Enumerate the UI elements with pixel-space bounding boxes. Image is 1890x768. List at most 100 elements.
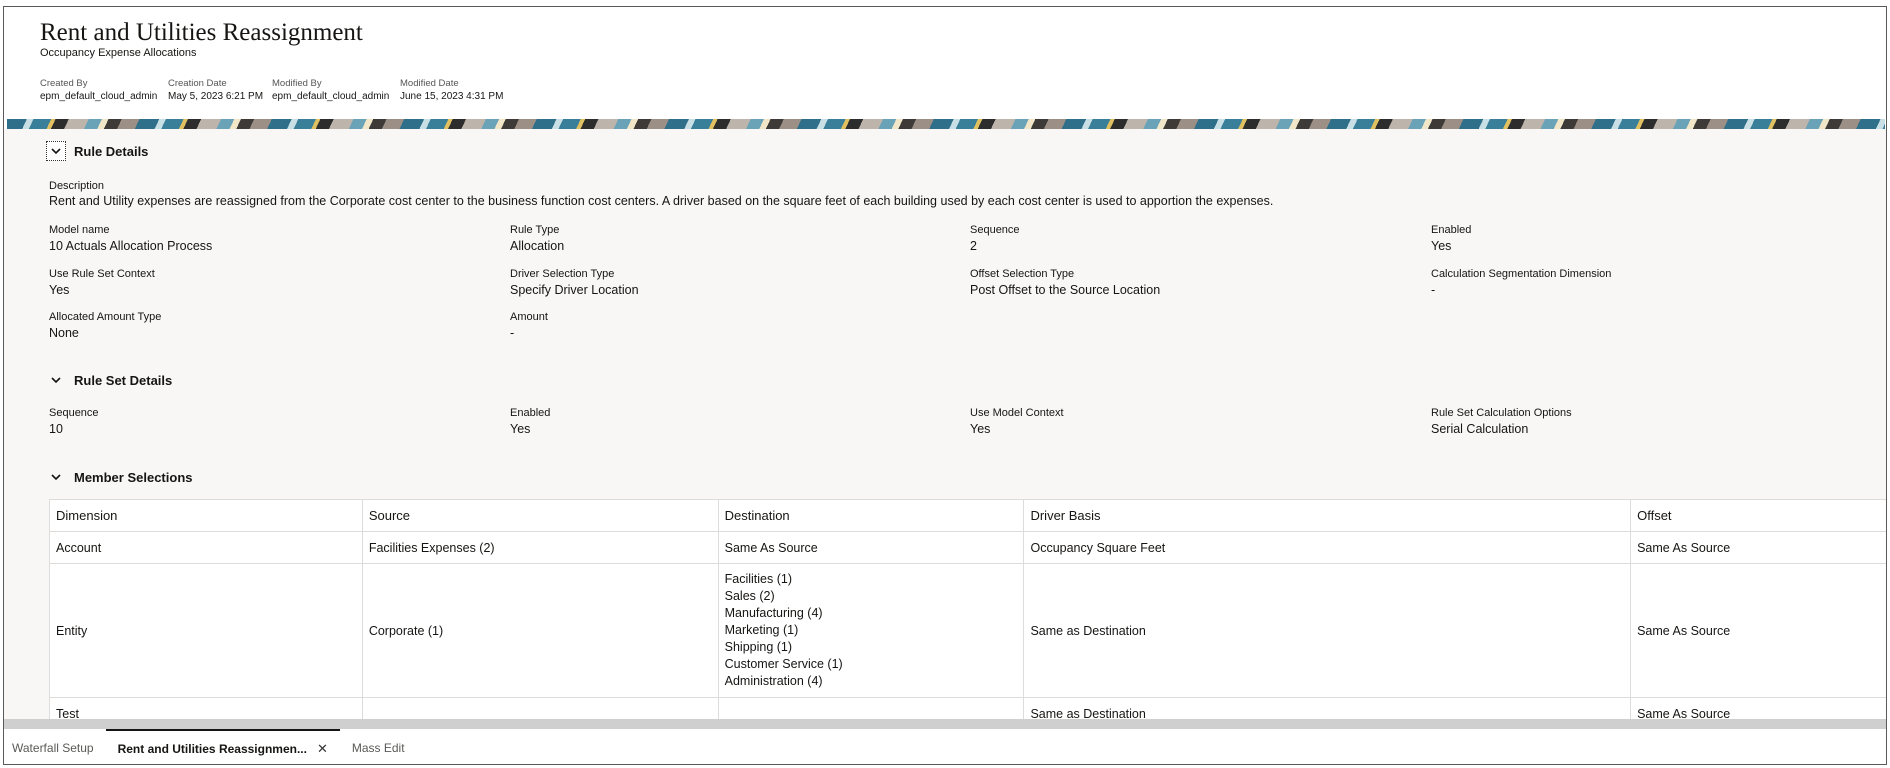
cell-offset: Same As Source — [1630, 563, 1886, 698]
column-header[interactable]: Destination — [717, 499, 1025, 532]
decorative-banner — [7, 119, 1885, 129]
column-header[interactable]: Dimension — [49, 499, 363, 532]
meta-created-by: Created By epm_default_cloud_admin — [40, 78, 157, 102]
field-value: Yes — [970, 422, 991, 436]
field-label: Rule Type — [510, 224, 560, 236]
bottom-tab-bar: Waterfall Setup Rent and Utilities Reass… — [4, 729, 1886, 764]
field-sequence: Sequence 2 — [970, 224, 1020, 253]
meta-value: epm_default_cloud_admin — [40, 91, 158, 102]
chevron-down-icon[interactable] — [46, 467, 66, 487]
page-header: Rent and Utilities Reassignment Occupanc… — [4, 7, 1886, 119]
field-use-model-context: Use Model Context Yes — [970, 407, 1064, 436]
meta-modified-date: Modified Date June 15, 2023 4:31 PM — [400, 78, 503, 102]
field-label: Offset Selection Type — [970, 268, 1075, 280]
chevron-down-icon[interactable] — [46, 141, 66, 161]
column-header[interactable]: Offset — [1630, 499, 1886, 532]
meta-label: Modified By — [272, 78, 322, 89]
field-value: None — [49, 326, 79, 340]
field-use-rule-set-context: Use Rule Set Context Yes — [49, 268, 155, 297]
destination-item: Marketing (1) — [724, 623, 799, 637]
field-value: Yes — [49, 283, 70, 297]
table-header-row: Dimension Source Destination Driver Basi… — [49, 499, 1886, 532]
field-rule-set-calculation-options: Rule Set Calculation Options Serial Calc… — [1431, 407, 1572, 436]
tab-rent-and-utilities[interactable]: Rent and Utilities Reassignmen... ✕ — [105, 729, 340, 764]
cell-source: Facilities Expenses (2) — [361, 531, 719, 564]
cell-destination: Same As Source — [717, 531, 1025, 564]
field-rule-set-enabled: Enabled Yes — [510, 407, 550, 436]
member-selections-header[interactable]: Member Selections — [46, 467, 193, 487]
field-label: Allocated Amount Type — [49, 311, 162, 323]
description-field: Description Rent and Utility expenses ar… — [49, 180, 1273, 208]
field-label: Use Model Context — [970, 407, 1064, 419]
field-label: Description — [49, 180, 105, 192]
cell-source: Corporate (1) — [361, 563, 719, 698]
rule-set-details-header[interactable]: Rule Set Details — [46, 370, 172, 390]
cell-offset: Same As Source — [1630, 531, 1886, 564]
cell-dimension: Account — [49, 531, 363, 564]
field-value: Specify Driver Location — [510, 283, 639, 297]
meta-creation-date: Creation Date May 5, 2023 6:21 PM — [168, 78, 263, 102]
meta-label: Creation Date — [168, 78, 227, 89]
meta-value: May 5, 2023 6:21 PM — [168, 91, 264, 102]
field-value: 10 Actuals Allocation Process — [49, 239, 213, 253]
field-label: Use Rule Set Context — [49, 268, 155, 280]
rule-content: Rule Details Description Rent and Utilit… — [4, 129, 1886, 723]
destination-item: Shipping (1) — [724, 640, 793, 654]
destination-item: Customer Service (1) — [724, 657, 843, 671]
field-rule-type: Rule Type Allocation — [510, 224, 564, 253]
field-offset-selection-type: Offset Selection Type Post Offset to the… — [970, 268, 1160, 297]
page-subtitle: Occupancy Expense Allocations — [40, 47, 197, 59]
field-value: Rent and Utility expenses are reassigned… — [49, 194, 1274, 208]
field-calculation-segmentation-dimension: Calculation Segmentation Dimension - — [1431, 268, 1611, 297]
field-value: - — [1431, 283, 1436, 297]
tab-label: Waterfall Setup — [12, 740, 94, 755]
chevron-down-icon[interactable] — [46, 370, 66, 390]
field-driver-selection-type: Driver Selection Type Specify Driver Loc… — [510, 268, 639, 297]
field-label: Amount — [510, 311, 548, 323]
field-value: Yes — [1431, 239, 1452, 253]
cell-destination: Facilities (1) Sales (2) Manufacturing (… — [717, 563, 1025, 698]
field-value: 2 — [970, 239, 977, 253]
meta-value: epm_default_cloud_admin — [272, 91, 390, 102]
column-header[interactable]: Driver Basis — [1023, 499, 1632, 532]
page-title: Rent and Utilities Reassignment — [40, 19, 363, 46]
destination-item: Administration (4) — [724, 674, 823, 688]
meta-value: June 15, 2023 4:31 PM — [400, 91, 504, 102]
field-amount: Amount - — [510, 311, 548, 340]
cell-dimension: Entity — [49, 563, 363, 698]
tab-mass-edit[interactable]: Mass Edit — [340, 729, 417, 764]
meta-label: Created By — [40, 78, 88, 89]
tab-waterfall-setup[interactable]: Waterfall Setup — [4, 729, 106, 764]
meta-modified-by: Modified By epm_default_cloud_admin — [272, 78, 389, 102]
field-label: Driver Selection Type — [510, 268, 615, 280]
field-label: Rule Set Calculation Options — [1431, 407, 1572, 419]
section-title: Rule Set Details — [74, 372, 173, 388]
field-label: Model name — [49, 224, 110, 236]
tab-label: Rent and Utilities Reassignmen... — [117, 741, 307, 756]
field-value: - — [510, 326, 515, 340]
field-label: Enabled — [510, 407, 551, 419]
field-label: Sequence — [970, 224, 1020, 236]
field-enabled: Enabled Yes — [1431, 224, 1471, 253]
field-value: Yes — [510, 422, 531, 436]
field-rule-set-sequence: Sequence 10 — [49, 407, 99, 436]
table-row[interactable]: Entity Corporate (1) Facilities (1) Sale… — [49, 563, 1886, 698]
field-label: Enabled — [1431, 224, 1472, 236]
field-value: 10 — [49, 422, 63, 436]
destination-item: Manufacturing (4) — [724, 606, 823, 620]
section-title: Rule Details — [74, 143, 149, 159]
field-value: Post Offset to the Source Location — [970, 283, 1161, 297]
field-label: Calculation Segmentation Dimension — [1431, 268, 1612, 280]
horizontal-scrollbar[interactable] — [4, 719, 1886, 729]
tab-label: Mass Edit — [351, 740, 405, 755]
close-icon[interactable]: ✕ — [317, 741, 328, 757]
table-row[interactable]: Account Facilities Expenses (2) Same As … — [49, 531, 1886, 564]
column-header[interactable]: Source — [361, 499, 719, 532]
section-title: Member Selections — [74, 469, 193, 485]
cell-driver-basis: Same as Destination — [1023, 563, 1632, 698]
member-selections-table: Dimension Source Destination Driver Basi… — [49, 499, 1886, 723]
field-model-name: Model name 10 Actuals Allocation Process — [49, 224, 212, 253]
destination-item: Facilities (1) — [724, 572, 792, 586]
rule-details-header[interactable]: Rule Details — [46, 141, 148, 161]
field-value: Allocation — [510, 239, 565, 253]
